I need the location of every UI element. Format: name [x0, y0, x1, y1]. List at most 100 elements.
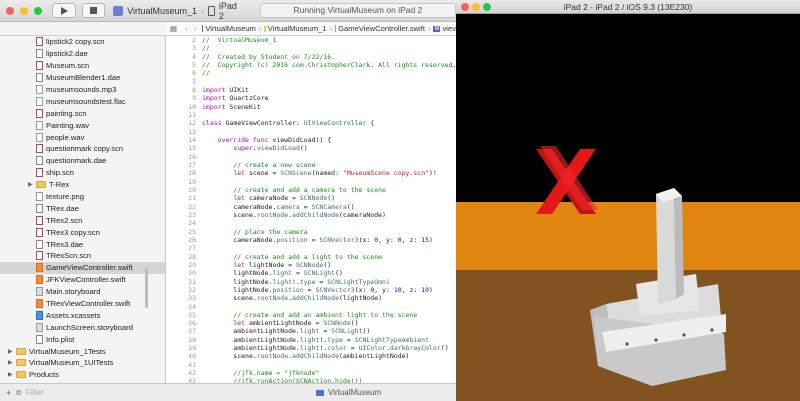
code-line[interactable]: cameraNode.position = SCNVector3(x: 0, y…	[172, 236, 456, 244]
code-line[interactable]: // create and add a light to the scene	[172, 253, 456, 261]
code-line[interactable]: scene.rootNode.addChildNode(cameraNode)	[172, 211, 456, 219]
code-line[interactable]: scene.rootNode.addChildNode(lightNode)	[172, 294, 456, 302]
file-row[interactable]: GameViewController.swift	[0, 261, 165, 274]
back-arrow-icon[interactable]: ‹	[185, 24, 188, 33]
file-name: Assets.xcassets	[46, 310, 101, 320]
file-row[interactable]: MuseumBlender1.dae	[0, 72, 165, 84]
zoom-window-button[interactable]	[33, 6, 42, 15]
file-row[interactable]: ▶ VirtualMuseum_1Tests	[0, 345, 165, 357]
file-row[interactable]: TRex3 copy.scn	[0, 226, 165, 238]
code-line[interactable]	[172, 153, 456, 161]
file-row[interactable]: TRex3.dae	[0, 238, 165, 250]
file-row[interactable]: questionmark.dae	[0, 155, 165, 167]
code-line[interactable]: //	[172, 69, 456, 77]
file-row[interactable]: ▶ VirtualMuseum_1UITests	[0, 357, 165, 369]
code-line[interactable]: import UIKit	[172, 86, 456, 94]
close-window-button[interactable]	[461, 3, 469, 11]
minimize-window-button[interactable]	[472, 3, 480, 11]
code-line[interactable]	[172, 361, 456, 369]
code-line[interactable]: lightNode.position = SCNVector3(x: 0, y:…	[172, 286, 456, 294]
code-line[interactable]: scene.rootNode.addChildNode(ambientLight…	[172, 352, 456, 360]
disclosure-triangle-icon[interactable]: ▶	[28, 181, 36, 188]
file-row[interactable]: museumsoundstest.flac	[0, 95, 165, 107]
code-line[interactable]: //	[172, 44, 456, 52]
file-row[interactable]: lipstick2.dae	[0, 48, 165, 60]
code-token: , y:	[378, 235, 398, 244]
file-row[interactable]: JFKViewController.swift	[0, 274, 165, 286]
code-line[interactable]	[172, 78, 456, 86]
file-row[interactable]: people.wav	[0, 131, 165, 143]
add-icon[interactable]: +	[6, 388, 11, 398]
code-line[interactable]: // Created by Student on 7/22/16.	[172, 53, 456, 61]
jumpbar-file[interactable]: GameViewController.swift	[338, 24, 425, 33]
close-window-button[interactable]	[6, 6, 14, 15]
code-line[interactable]	[172, 128, 456, 136]
jumpbar-symbol[interactable]: viev	[442, 24, 456, 33]
file-row[interactable]: TRex.dae	[0, 202, 165, 214]
code-line[interactable]: ambientLightNode.light!.color = UIColor.…	[172, 344, 456, 352]
forward-arrow-icon[interactable]: ›	[194, 24, 197, 33]
disclosure-triangle-icon[interactable]: ▶	[8, 359, 16, 366]
minimize-window-button[interactable]	[19, 6, 28, 15]
navigator-scrollbar[interactable]	[145, 268, 148, 308]
code-line[interactable]: // create a new scene	[172, 161, 456, 169]
file-row[interactable]: Main.storyboard	[0, 286, 165, 298]
code-line[interactable]: cameraNode.camera = SCNCamera()	[172, 203, 456, 211]
scene-view[interactable]	[456, 14, 800, 401]
code-line[interactable]: // create and add a camera to the scene	[172, 186, 456, 194]
file-row[interactable]: Museum.scn	[0, 60, 165, 72]
code-line[interactable]: let ambientLightNode = SCNNode()	[172, 319, 456, 327]
file-row[interactable]: texture.png	[0, 191, 165, 203]
code-line[interactable]: import SceneKit	[172, 103, 456, 111]
file-row[interactable]: TRex2.scn	[0, 214, 165, 226]
code-line[interactable]: lightNode.light!.type = SCNLightTypeOmni	[172, 278, 456, 286]
code-line[interactable]: let cameraNode = SCNNode()	[172, 194, 456, 202]
run-button[interactable]	[51, 3, 76, 18]
code-line[interactable]: import QuartzCore	[172, 94, 456, 102]
code-line[interactable]	[172, 219, 456, 227]
file-row[interactable]: ▶ Products	[0, 369, 165, 381]
filter-field[interactable]: Filter	[26, 388, 44, 397]
code-line[interactable]	[172, 303, 456, 311]
code-token: // create and add a camera to the scene	[233, 185, 386, 194]
file-row[interactable]: questionmark copy.scn	[0, 143, 165, 155]
code-line[interactable]	[172, 244, 456, 252]
file-row[interactable]: Painting.wav	[0, 119, 165, 131]
code-line[interactable]: super.viewDidLoad()	[172, 144, 456, 152]
related-items-icon[interactable]: ▦	[170, 24, 177, 33]
code-line[interactable]: // place the camera	[172, 228, 456, 236]
zoom-window-button[interactable]	[483, 3, 491, 11]
file-row[interactable]: TRexScn.scn	[0, 250, 165, 262]
file-row[interactable]: Info.plist	[0, 333, 165, 345]
debug-target-label[interactable]: VirtualMuseum	[328, 388, 381, 397]
file-row[interactable]: Assets.xcassets	[0, 309, 165, 321]
stop-button[interactable]	[81, 3, 106, 18]
code-line[interactable]: ambientLightNode.light = SCNLight()	[172, 327, 456, 335]
file-row[interactable]: TRexViewController.swift	[0, 298, 165, 310]
code-line[interactable]: // VirtualMuseum_1	[172, 36, 456, 44]
code-line[interactable]: let scene = SCNScene(named: "MuseumScene…	[172, 169, 456, 177]
disclosure-triangle-icon[interactable]: ▶	[8, 371, 16, 378]
scheme-selector[interactable]: VirtualMuseum_1 › iPad 2	[113, 1, 243, 21]
file-row[interactable]: museumsounds.mp3	[0, 84, 165, 96]
file-row[interactable]: ▶ T-Rex	[0, 179, 165, 191]
jumpbar-group[interactable]: VirtualMuseum_1	[268, 24, 327, 33]
code-line[interactable]: //jfk.name = "jfknode"	[172, 369, 456, 377]
code-line[interactable]: override func viewDidLoad() {	[172, 136, 456, 144]
code-line[interactable]	[172, 111, 456, 119]
simulator-screen[interactable]	[456, 14, 800, 401]
code-line[interactable]	[172, 178, 456, 186]
code-line[interactable]: ambientLightNode.light!.type = SCNLightT…	[172, 336, 456, 344]
file-row[interactable]: ship.scn	[0, 167, 165, 179]
code-line[interactable]: let lightNode = SCNNode()	[172, 261, 456, 269]
file-row[interactable]: LaunchScreen.storyboard	[0, 321, 165, 333]
code-line[interactable]: // create and add an ambient light to th…	[172, 311, 456, 319]
code-line[interactable]: class GameViewController: UIViewControll…	[172, 119, 456, 127]
file-row[interactable]: lipstick2 copy.scn	[0, 36, 165, 48]
code-line[interactable]: // Copyright (c) 2016 com.ChristopherCla…	[172, 61, 456, 69]
disclosure-triangle-icon[interactable]: ▶	[8, 348, 16, 355]
code-line[interactable]: lightNode.light = SCNLight()	[172, 269, 456, 277]
file-row[interactable]: painting.scn	[0, 107, 165, 119]
jumpbar-project[interactable]: VirtualMuseum	[205, 24, 256, 33]
source-editor[interactable]: // VirtualMuseum_1//// Created by Studen…	[172, 36, 456, 383]
